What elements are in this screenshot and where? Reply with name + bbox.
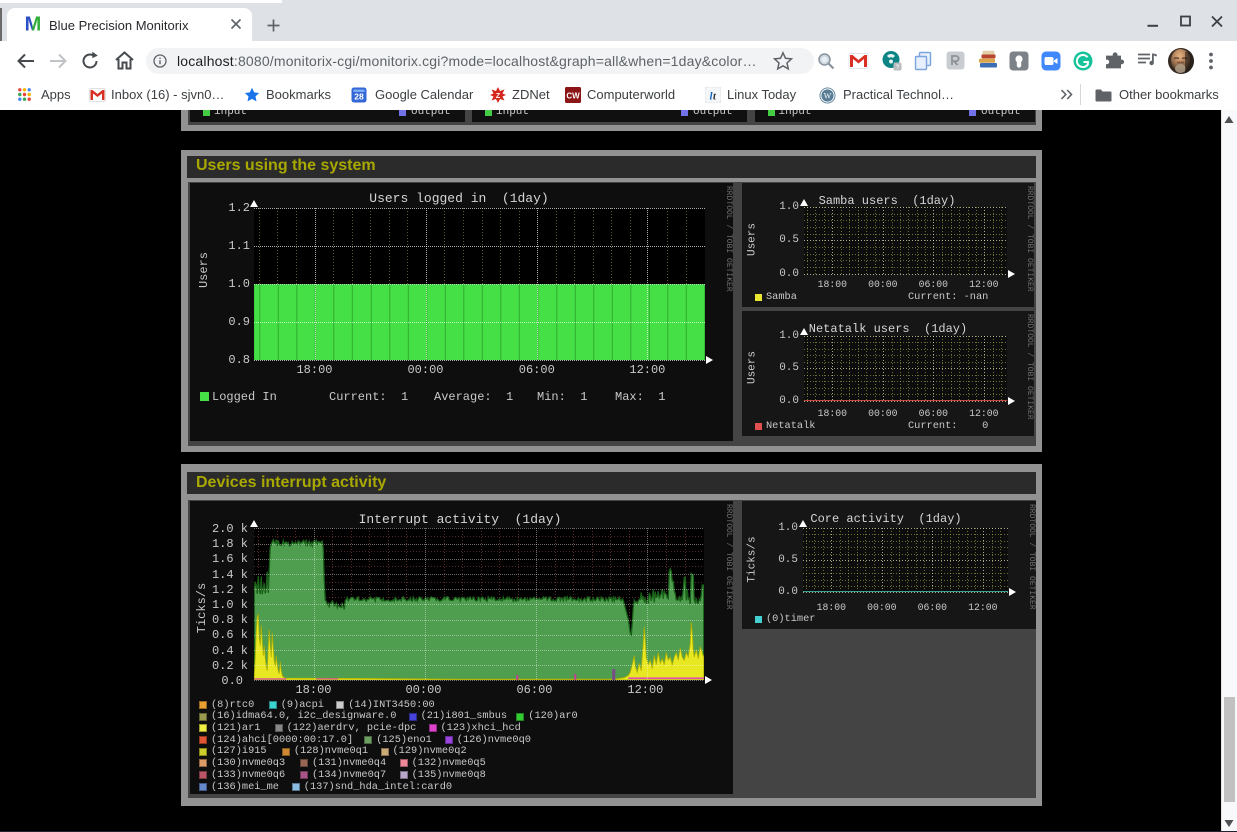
svg-text:W: W (824, 91, 832, 100)
svg-text:M: M (25, 15, 42, 33)
svg-text:?: ? (896, 64, 900, 71)
svg-text:Z: Z (496, 93, 501, 100)
svg-text:28: 28 (354, 92, 364, 102)
svg-text:CW: CW (566, 92, 580, 101)
